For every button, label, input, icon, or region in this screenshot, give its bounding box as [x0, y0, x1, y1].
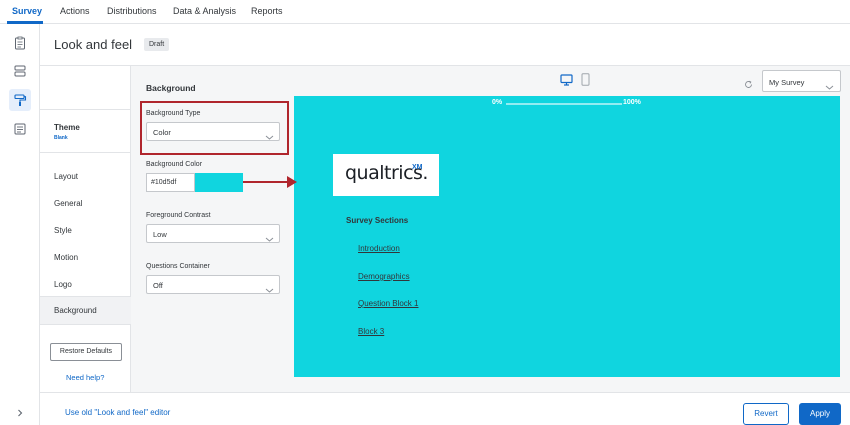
- questions-container-label: Questions Container: [146, 263, 210, 270]
- left-rail: [0, 24, 40, 425]
- background-color-input[interactable]: #10d5df: [146, 173, 195, 192]
- progress-end-label: 100%: [623, 99, 641, 106]
- section-link-question-block[interactable]: Question Block 1: [358, 299, 418, 308]
- theme-name: Blank: [54, 135, 68, 141]
- sidebar-item-general[interactable]: General: [54, 199, 82, 208]
- survey-preview: 0% 100% qualtrics. XM Survey Sections In…: [294, 96, 840, 377]
- chevron-down-icon: [265, 230, 274, 248]
- survey-logo: qualtrics. XM: [333, 154, 439, 196]
- chevron-down-icon: [825, 78, 834, 96]
- questions-container-value: Off: [153, 281, 163, 290]
- progress-bar: [506, 103, 622, 105]
- background-controls-panel: Background Background Type Color Backgro…: [131, 66, 294, 392]
- survey-sections-title: Survey Sections: [346, 216, 409, 225]
- preview-margin-right: [840, 96, 850, 377]
- tab-distributions[interactable]: Distributions: [107, 6, 157, 16]
- theme-selector[interactable]: Theme Blank: [40, 109, 131, 153]
- footer-bar: Use old "Look and feel" editor Revert Ap…: [40, 392, 850, 425]
- background-color-swatch[interactable]: [195, 173, 243, 192]
- paint-roller-icon[interactable]: [9, 89, 31, 111]
- sidebar-item-style[interactable]: Style: [54, 226, 72, 235]
- restore-defaults-button[interactable]: Restore Defaults: [50, 343, 122, 361]
- preview-margin-bottom: [294, 377, 850, 392]
- sidebar-item-layout[interactable]: Layout: [54, 172, 78, 181]
- apply-button[interactable]: Apply: [799, 403, 841, 425]
- sidebar-item-logo[interactable]: Logo: [54, 280, 72, 289]
- background-type-select[interactable]: Color: [146, 122, 280, 141]
- desktop-icon[interactable]: [560, 73, 573, 91]
- section-link-introduction[interactable]: Introduction: [358, 244, 400, 253]
- section-link-block-3[interactable]: Block 3: [358, 327, 384, 336]
- mobile-icon[interactable]: [581, 73, 590, 91]
- tab-actions[interactable]: Actions: [60, 6, 90, 16]
- page-title: Look and feel: [54, 37, 133, 52]
- section-link-demographics[interactable]: Demographics: [358, 272, 410, 281]
- progress-start-label: 0%: [492, 99, 503, 106]
- theme-title: Theme: [54, 123, 80, 132]
- section-title: Background: [146, 83, 196, 93]
- status-badge: Draft: [144, 38, 170, 51]
- chevron-right-icon[interactable]: [9, 402, 31, 424]
- sidebar-item-motion[interactable]: Motion: [54, 253, 78, 262]
- tab-survey[interactable]: Survey: [12, 6, 42, 16]
- background-type-value: Color: [153, 128, 171, 137]
- survey-select[interactable]: My Survey: [762, 70, 841, 92]
- refresh-icon[interactable]: [744, 76, 753, 94]
- need-help-link[interactable]: Need help?: [66, 373, 104, 382]
- top-navigation: Survey Actions Distributions Data & Anal…: [0, 0, 850, 24]
- tab-reports[interactable]: Reports: [251, 6, 283, 16]
- survey-flow-icon[interactable]: [9, 32, 31, 54]
- sidebar-item-background[interactable]: Background: [54, 306, 97, 315]
- revert-button[interactable]: Revert: [743, 403, 789, 425]
- annotation-arrow-icon: [243, 176, 297, 188]
- blocks-icon[interactable]: [9, 60, 31, 82]
- chevron-down-icon: [265, 281, 274, 299]
- options-icon[interactable]: [9, 118, 31, 140]
- foreground-contrast-label: Foreground Contrast: [146, 212, 211, 219]
- foreground-contrast-value: Low: [153, 230, 167, 239]
- tab-data-analysis[interactable]: Data & Analysis: [173, 6, 236, 16]
- survey-select-value: My Survey: [769, 78, 805, 87]
- background-type-label: Background Type: [146, 110, 201, 117]
- chevron-down-icon: [265, 128, 274, 146]
- foreground-contrast-select[interactable]: Low: [146, 224, 280, 243]
- page-header: Look and feel Draft: [40, 24, 850, 66]
- settings-sidebar: Theme Blank Layout General Style Motion …: [40, 66, 131, 392]
- background-color-label: Background Color: [146, 161, 203, 168]
- questions-container-select[interactable]: Off: [146, 275, 280, 294]
- old-editor-link[interactable]: Use old "Look and feel" editor: [65, 408, 170, 417]
- logo-xm-mark: XM: [412, 164, 423, 171]
